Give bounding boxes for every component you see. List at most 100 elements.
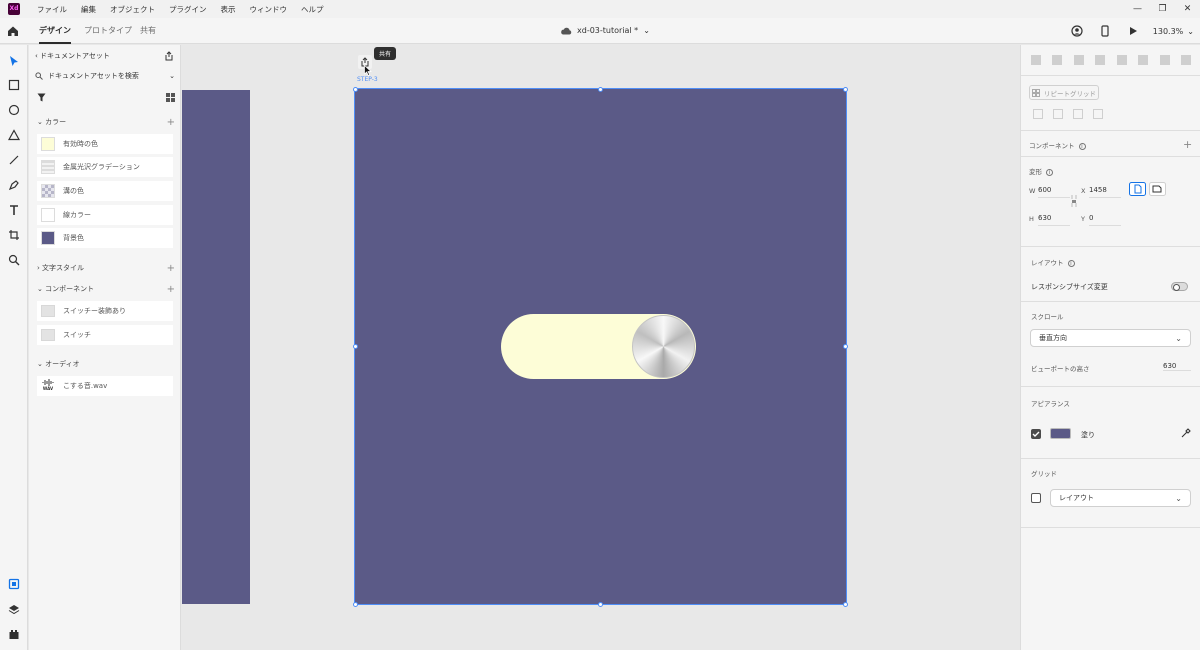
resize-handle[interactable] [843,602,848,607]
resize-handle[interactable] [353,87,358,92]
info-icon[interactable]: i [1067,259,1075,267]
viewport-height-input[interactable]: 630 [1163,362,1191,371]
align-middle-icon[interactable] [1052,55,1063,65]
artboard-previous[interactable] [182,90,250,604]
zoom-tool-icon[interactable] [5,251,23,269]
repeat-grid-button[interactable]: リピートグリッド [1029,85,1099,100]
layers-icon[interactable] [5,600,23,618]
chevron-down-icon[interactable]: ⌄ [169,72,175,80]
portrait-orientation-icon[interactable] [1129,182,1146,196]
audio-section-header[interactable]: ⌄ オーディオ [37,358,175,370]
assets-panel-icon[interactable] [5,575,23,593]
color-asset-stroke[interactable]: 線カラー [37,205,173,225]
grid-checkbox[interactable] [1031,493,1041,503]
add-icon[interactable]: + [167,263,175,274]
mobile-preview-icon[interactable] [1091,18,1119,44]
resize-handle[interactable] [843,344,848,349]
width-input[interactable]: 600 [1038,186,1070,198]
resize-handle[interactable] [843,87,848,92]
minimize-icon[interactable]: — [1125,0,1150,18]
audio-asset[interactable]: WAV こする音.wav [37,376,173,396]
filter-icon[interactable] [37,93,46,102]
repeat-grid-label: リピートグリッド [1044,89,1096,98]
menu-plugins[interactable]: プラグイン [162,4,214,15]
line-tool-icon[interactable] [5,151,23,169]
home-icon[interactable] [6,24,20,38]
distribute-horizontal-icon[interactable] [1095,55,1106,65]
artboard-label[interactable]: STEP-3 [357,76,378,83]
align-right-icon[interactable] [1159,55,1170,65]
text-styles-section-header[interactable]: › 文字スタイル + [37,262,175,274]
color-asset-groove[interactable]: 溝の色 [37,181,173,201]
grid-type-dropdown[interactable]: レイアウト ⌄ [1050,489,1191,507]
info-icon[interactable]: i [1046,168,1053,176]
lock-aspect-icon[interactable] [1071,195,1077,207]
add-boolean-icon[interactable] [1033,109,1043,119]
assets-search-input[interactable]: ドキュメントアセットを検索 ⌄ [35,69,175,83]
artboard-tool-icon[interactable] [5,226,23,244]
menu-file[interactable]: ファイル [30,4,74,15]
add-icon[interactable]: + [167,284,175,295]
menu-object[interactable]: オブジェクト [103,4,162,15]
color-asset-active[interactable]: 有効時の色 [37,134,173,154]
fill-color-swatch[interactable] [1050,428,1071,439]
fill-checkbox[interactable] [1031,429,1041,439]
play-icon[interactable] [1119,18,1147,44]
scroll-direction-dropdown[interactable]: 垂直方向 ⌄ [1030,329,1191,347]
menu-view[interactable]: 表示 [214,4,243,15]
restore-icon[interactable]: ❐ [1150,0,1175,18]
rectangle-tool-icon[interactable] [5,76,23,94]
resize-handle[interactable] [598,87,603,92]
responsive-resize-toggle[interactable] [1171,282,1188,291]
x-input[interactable]: 1458 [1089,186,1121,198]
intersect-boolean-icon[interactable] [1073,109,1083,119]
artboard-main[interactable] [354,88,847,605]
menu-window[interactable]: ウィンドウ [243,4,295,15]
height-input[interactable]: 630 [1038,214,1070,226]
distribute-vertical-icon[interactable] [1180,55,1191,65]
switch-knob[interactable] [632,315,695,378]
menu-help[interactable]: ヘルプ [294,4,331,15]
landscape-orientation-icon[interactable] [1149,182,1166,196]
ellipse-tool-icon[interactable] [5,101,23,119]
resize-handle[interactable] [353,344,358,349]
tab-prototype[interactable]: プロトタイプ [84,18,132,44]
components-section-header[interactable]: ⌄ コンポーネント + [37,283,175,295]
plugins-icon[interactable] [5,625,23,643]
align-left-icon[interactable] [1116,55,1127,65]
resize-handle[interactable] [353,602,358,607]
tab-design[interactable]: デザイン [39,18,71,44]
zoom-dropdown[interactable]: 130.3% ⌄ [1147,27,1200,36]
y-input[interactable]: 0 [1089,214,1121,226]
menu-edit[interactable]: 編集 [74,4,103,15]
close-icon[interactable]: ✕ [1175,0,1200,18]
align-top-icon[interactable] [1031,55,1041,65]
info-icon[interactable]: i [1078,142,1086,150]
add-icon[interactable]: + [167,117,175,128]
resize-handle[interactable] [598,602,603,607]
align-center-icon[interactable] [1138,55,1149,65]
toggle-switch-component[interactable] [501,314,696,379]
document-title[interactable]: xd-03-tutorial * ⌄ [560,18,650,44]
exclude-boolean-icon[interactable] [1093,109,1103,119]
text-tool-icon[interactable] [5,201,23,219]
subtract-boolean-icon[interactable] [1053,109,1063,119]
grid-view-icon[interactable] [166,93,175,102]
assets-back-button[interactable]: ‹ ドキュメントアセット [35,51,110,61]
colors-section-header[interactable]: ⌄ カラー + [37,116,175,128]
share-icon[interactable] [164,51,174,63]
user-icon[interactable] [1063,18,1091,44]
component-asset[interactable]: スイッチ [37,325,173,345]
canvas[interactable]: 共有 STEP-3 [182,45,1019,650]
color-asset-background[interactable]: 背景色 [37,228,173,248]
component-asset[interactable]: スイッチー装飾あり [37,301,173,321]
tab-share[interactable]: 共有 [140,18,156,44]
select-tool-icon[interactable] [5,52,23,70]
color-asset-metal-gradient[interactable]: 金属光沢グラデーション [37,157,173,177]
polygon-tool-icon[interactable] [5,126,23,144]
pen-tool-icon[interactable] [5,176,23,194]
color-asset-label: 有効時の色 [63,140,98,148]
align-bottom-icon[interactable] [1073,55,1084,65]
add-component-icon[interactable]: + [1183,138,1192,151]
eyedropper-icon[interactable] [1181,428,1191,438]
